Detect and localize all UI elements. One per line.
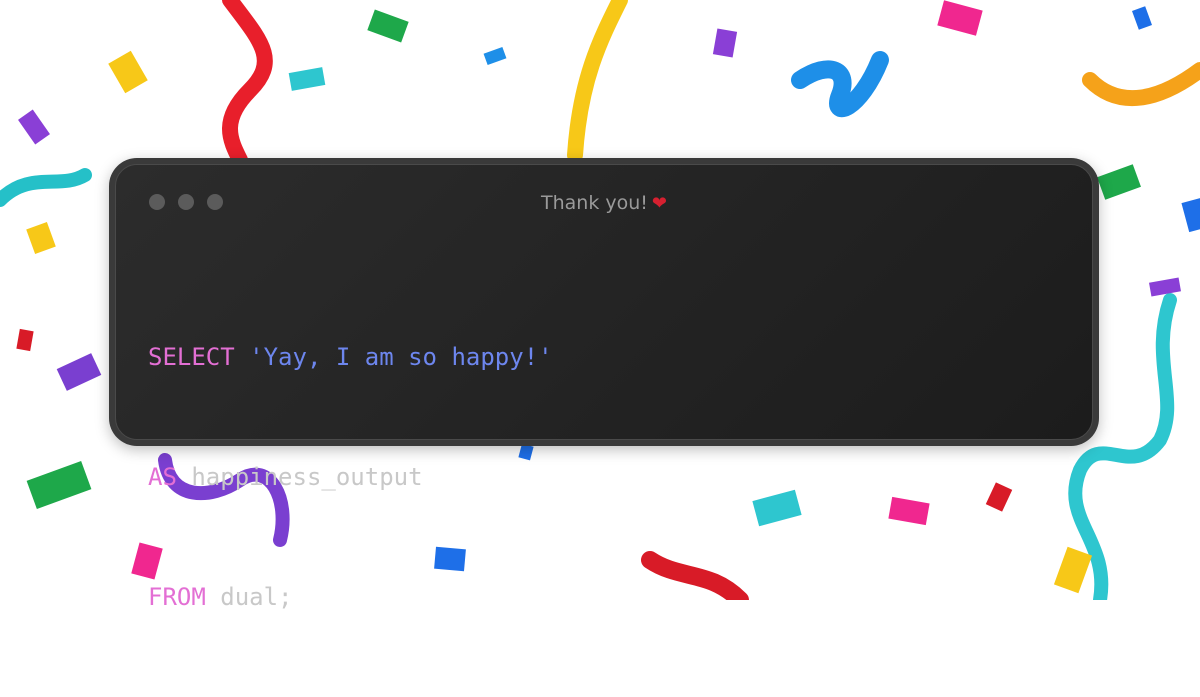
code-keyword: AS xyxy=(148,463,177,491)
code-keyword: SELECT xyxy=(148,343,235,371)
window-title: Thank you! xyxy=(541,192,648,214)
heart-icon: ❤ xyxy=(651,193,667,214)
code-line-select: SELECT 'Yay, I am so happy!' xyxy=(148,337,553,377)
code-line-as: AS happiness_output xyxy=(148,457,553,497)
code-identifier: dual; xyxy=(220,583,293,611)
window-title-bar: Thank you! ❤ xyxy=(116,192,1092,214)
code-line-from: FROM dual; xyxy=(148,577,553,617)
code-keyword: FROM xyxy=(148,583,206,611)
code-identifier: happiness_output xyxy=(191,463,423,491)
code-window-body: Thank you! ❤ SELECT 'Yay, I am so happy!'… xyxy=(115,164,1093,611)
code-string: 'Yay, I am so happy!' xyxy=(249,343,553,371)
code-window: Thank you! ❤ SELECT 'Yay, I am so happy!'… xyxy=(109,158,1099,611)
code-block: SELECT 'Yay, I am so happy!' AS happines… xyxy=(148,257,553,697)
